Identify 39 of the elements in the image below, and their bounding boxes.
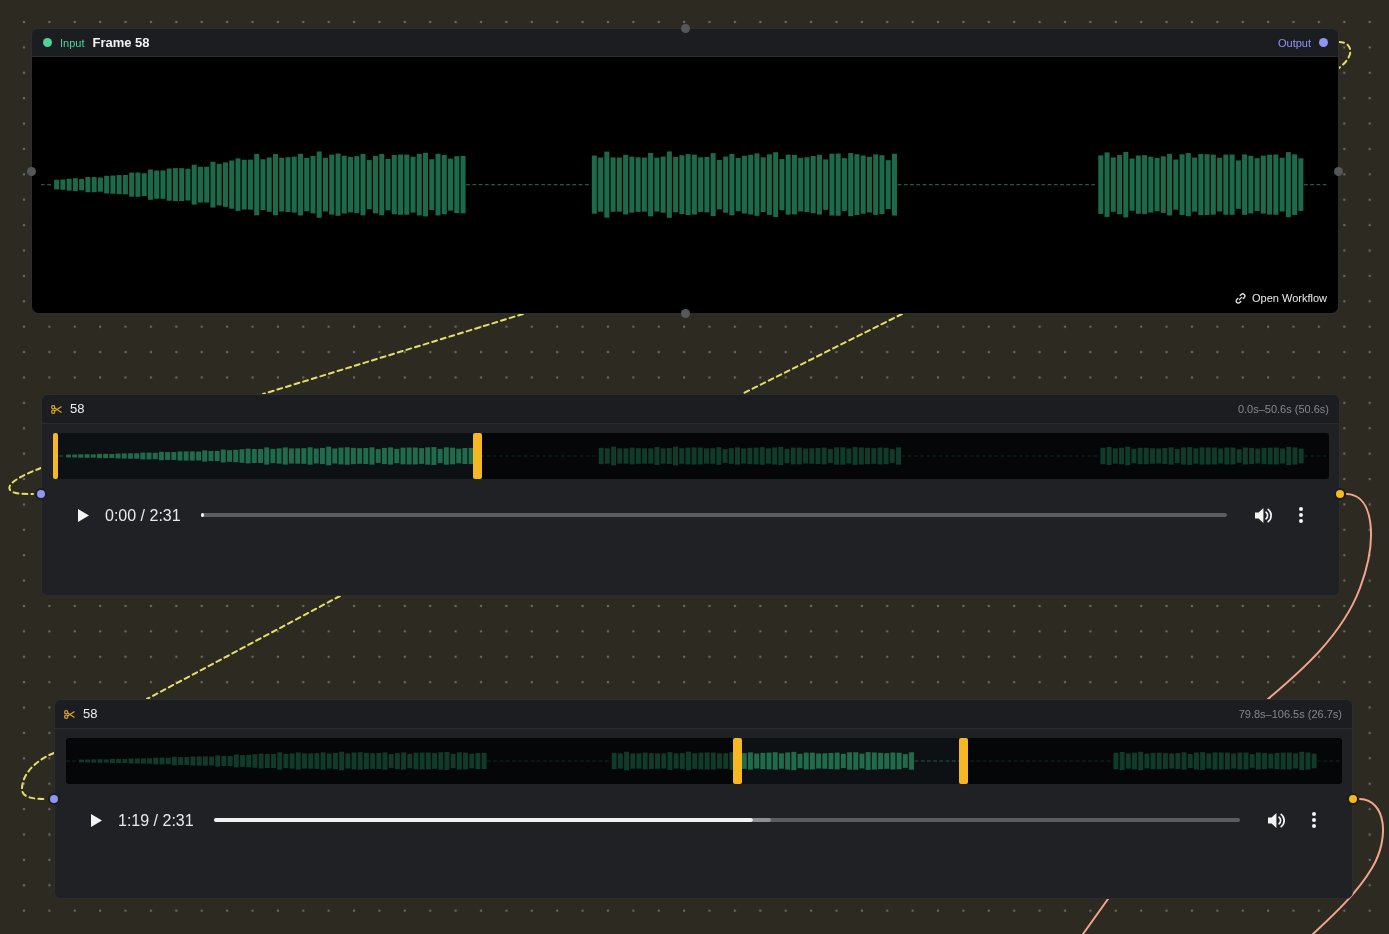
- scissors-icon: [51, 404, 62, 414]
- trim-handle[interactable]: [53, 433, 58, 479]
- connector-line: [21, 752, 55, 800]
- time-display: 1:19 / 2:31: [118, 810, 194, 830]
- time-display: 0:00 / 2:31: [105, 505, 181, 525]
- open-workflow-link[interactable]: Open Workflow: [1234, 291, 1327, 305]
- volume-button[interactable]: [1268, 811, 1286, 829]
- volume-button[interactable]: [1255, 506, 1273, 524]
- trim-handle[interactable]: [732, 738, 742, 784]
- node-title: Frame 58: [92, 34, 150, 51]
- play-icon: [91, 813, 102, 827]
- trim-handle[interactable]: [958, 738, 968, 784]
- port-icon[interactable]: [43, 38, 52, 47]
- seek-slider[interactable]: [213, 818, 1240, 822]
- clip-title: 58: [70, 401, 85, 417]
- link-icon: [1234, 291, 1247, 305]
- port-icon[interactable]: [35, 488, 47, 500]
- connector-line: [8, 467, 42, 495]
- more-options-button[interactable]: [1299, 507, 1303, 523]
- more-options-icon: [1312, 812, 1316, 828]
- time-range: 0.0s–50.6s (50.6s): [1237, 402, 1329, 416]
- volume-icon: [1268, 811, 1286, 829]
- play-icon: [78, 508, 89, 522]
- port-icon[interactable]: [1319, 38, 1328, 47]
- scissors-icon: [64, 709, 75, 719]
- connector-line: [1082, 898, 1109, 934]
- connector-line: [1338, 41, 1352, 69]
- more-options-icon: [1299, 507, 1303, 523]
- time-range: 79.8s–106.5s (26.7s): [1238, 707, 1342, 721]
- volume-icon: [1255, 506, 1273, 524]
- clip-title: 58: [83, 706, 98, 722]
- trim-handle[interactable]: [473, 433, 483, 479]
- more-options-button[interactable]: [1312, 812, 1316, 828]
- play-button[interactable]: [78, 508, 89, 522]
- play-button[interactable]: [91, 813, 102, 827]
- output-label: Output: [1277, 35, 1311, 50]
- seek-slider[interactable]: [200, 513, 1227, 517]
- input-label: Input: [60, 35, 85, 50]
- port-icon[interactable]: [48, 793, 60, 805]
